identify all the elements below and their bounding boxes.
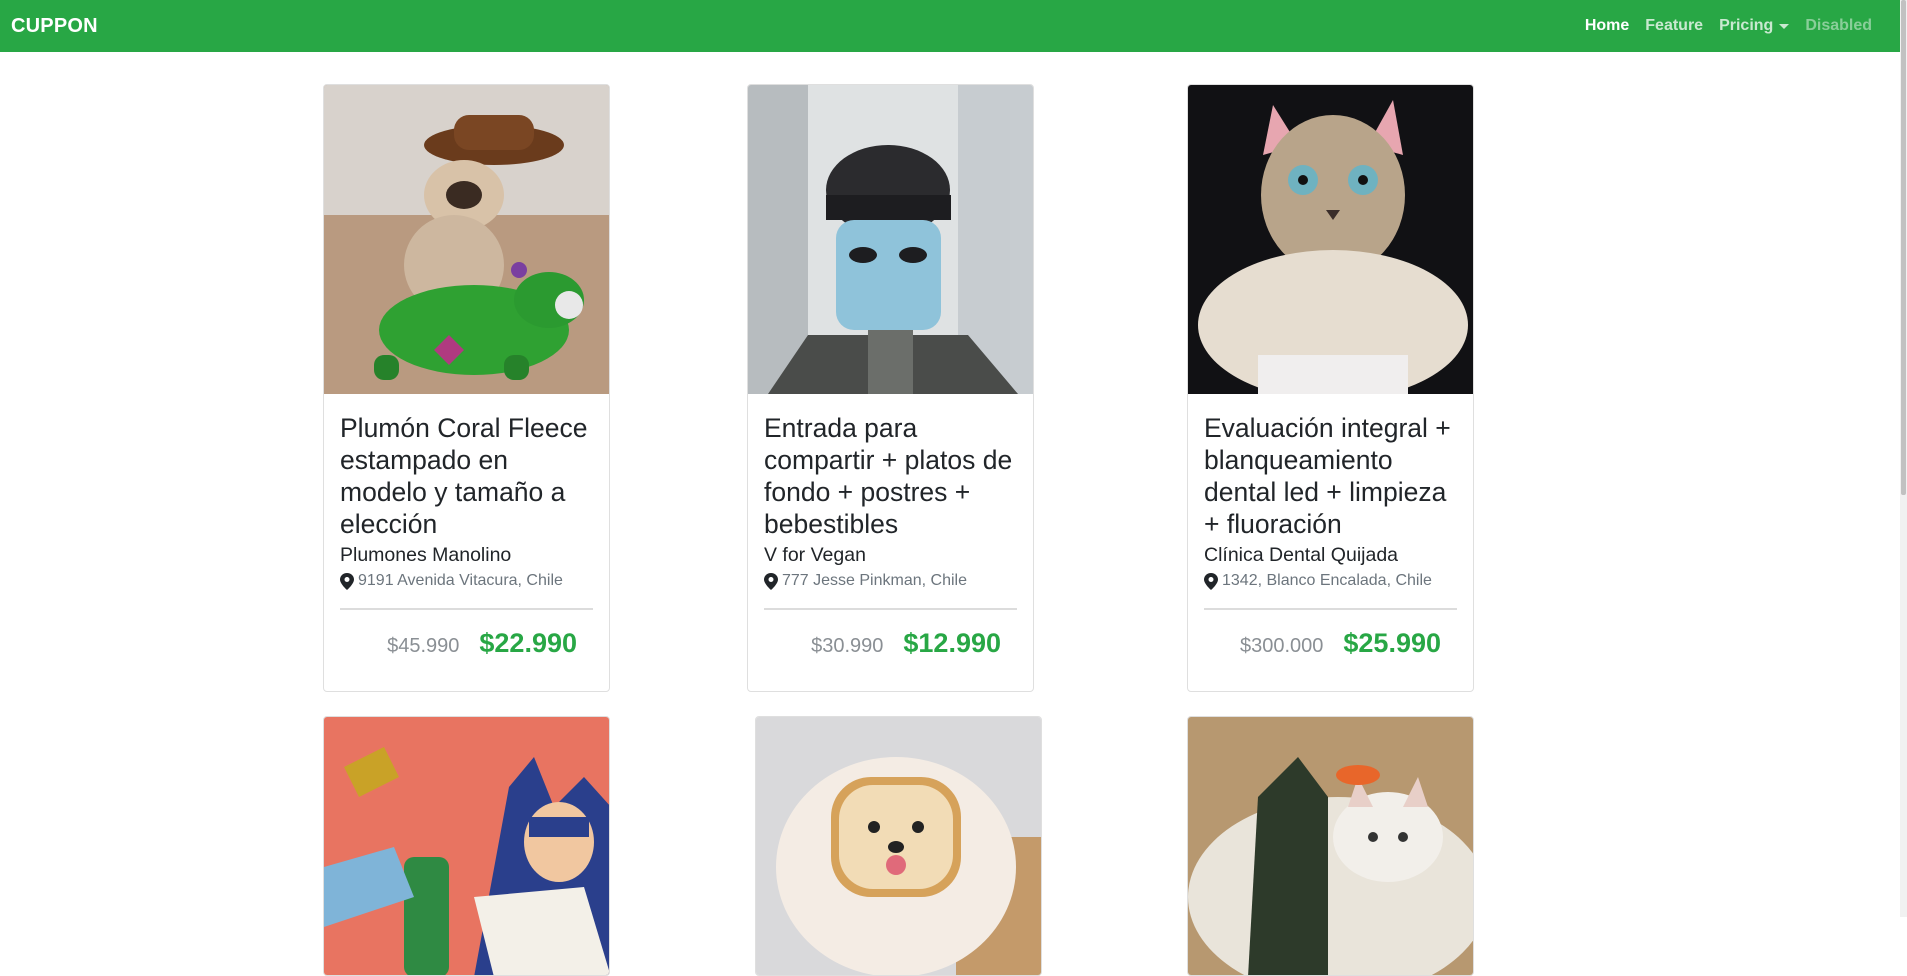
price-discounted: $22.990	[479, 628, 577, 658]
nav-pricing-label: Pricing	[1719, 17, 1774, 34]
map-marker-icon	[1204, 572, 1218, 590]
scrollbar-thumb[interactable]	[1901, 0, 1906, 495]
deal-address-text: 777 Jesse Pinkman, Chile	[782, 572, 967, 589]
deal-company: V for Vegan	[764, 544, 866, 566]
deal-card	[755, 716, 1042, 976]
deal-address-text: 9191 Avenida Vitacura, Chile	[358, 572, 563, 589]
price-discounted: $25.990	[1343, 628, 1441, 658]
deal-address: 777 Jesse Pinkman, Chile	[764, 572, 1017, 590]
deal-company: Clínica Dental Quijada	[1204, 544, 1399, 566]
deal-image-sushi-cat[interactable]	[1188, 717, 1473, 975]
nav-disabled-link: Disabled	[1805, 17, 1872, 34]
price-row: $45.990 $22.990	[340, 610, 593, 659]
price-row: $300.000 $25.990	[1204, 610, 1457, 659]
price-original: $30.990	[811, 635, 884, 657]
deal-address: 9191 Avenida Vitacura, Chile	[340, 572, 593, 590]
deal-card	[323, 716, 610, 976]
deal-card: Plumón Coral Fleece estampado en modelo …	[323, 84, 610, 692]
deal-card: Evaluación integral + blanqueamiento den…	[1187, 84, 1474, 692]
map-marker-icon	[764, 572, 778, 590]
deal-card: Entrada para compartir + platos de fondo…	[747, 84, 1034, 692]
navbar: CUPPON Home Feature Pricing Disabled	[0, 0, 1900, 52]
deal-title[interactable]: Plumón Coral Fleece estampado en modelo …	[340, 412, 593, 540]
nav-pricing-dropdown[interactable]: Pricing	[1711, 17, 1797, 35]
deal-image-bread-dog[interactable]	[756, 717, 1041, 975]
price-discounted: $12.990	[903, 628, 1001, 658]
nav-links: Home Feature Pricing Disabled	[1577, 17, 1880, 35]
price-original: $300.000	[1239, 635, 1324, 657]
deal-image-batman-comic[interactable]	[324, 717, 609, 975]
map-marker-icon	[340, 572, 354, 590]
caret-down-icon	[1779, 23, 1790, 29]
deal-address: 1342, Blanco Encalada, Chile	[1204, 572, 1457, 590]
deal-card	[1187, 716, 1474, 976]
price-original: $45.990	[387, 635, 460, 657]
deal-image-cat-costume[interactable]	[1188, 85, 1473, 394]
deal-title[interactable]: Entrada para compartir + platos de fondo…	[764, 412, 1017, 540]
deal-image-pug[interactable]	[324, 85, 609, 394]
deal-company: Plumones Manolino	[340, 544, 512, 566]
deal-address-text: 1342, Blanco Encalada, Chile	[1222, 572, 1432, 589]
nav-feature-link[interactable]: Feature	[1637, 17, 1711, 35]
nav-home-link[interactable]: Home	[1577, 17, 1637, 35]
deal-title[interactable]: Evaluación integral + blanqueamiento den…	[1204, 412, 1457, 540]
brand-logo[interactable]: CUPPON	[11, 15, 98, 38]
page-scrollbar[interactable]	[1900, 0, 1907, 917]
price-row: $30.990 $12.990	[764, 610, 1017, 659]
deal-image-masked-man[interactable]	[748, 85, 1033, 394]
